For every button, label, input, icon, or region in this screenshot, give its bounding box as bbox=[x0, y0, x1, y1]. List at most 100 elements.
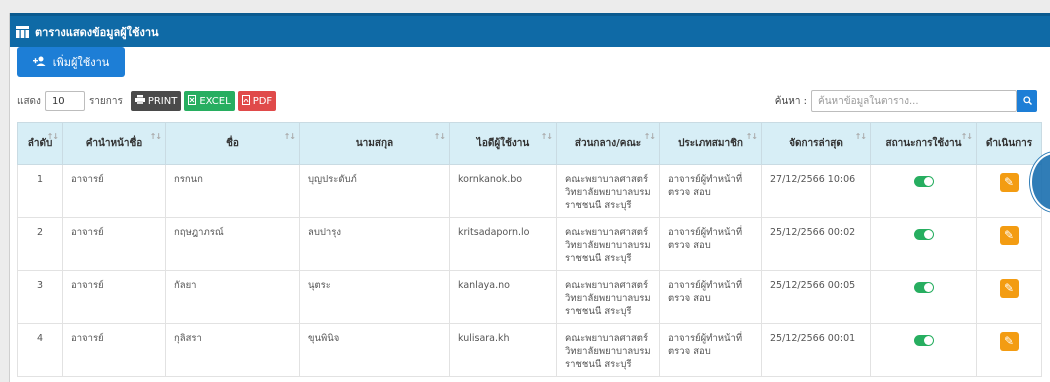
excel-label: EXCEL bbox=[199, 95, 231, 107]
header-faculty[interactable]: ส่วนกลาง/คณะ ↑↓ bbox=[556, 122, 660, 165]
header-status[interactable]: สถานะการใช้งาน ↑↓ bbox=[870, 122, 977, 165]
cell-status bbox=[870, 270, 977, 324]
cell-member-type: อาจารย์ผู้ทำหน้าที่ตรวจ สอบ bbox=[659, 270, 762, 324]
excel-file-icon bbox=[188, 94, 197, 108]
cell-first-name: กัลยา bbox=[165, 270, 300, 324]
excel-button[interactable]: EXCEL bbox=[184, 91, 235, 111]
table-row: 4 อาจารย์ กุลิสรา ขุนพินิจ kulisara.kh ค… bbox=[17, 323, 1042, 377]
cell-member-type: อาจารย์ผู้ทำหน้าที่ตรวจ สอบ bbox=[659, 164, 762, 218]
cell-last-action: 25/12/2566 00:01 bbox=[761, 323, 871, 377]
sort-icon: ↑↓ bbox=[433, 132, 446, 141]
sort-icon: ↑↓ bbox=[643, 132, 656, 141]
card-header: ตารางแสดงข้อมูลผู้ใช้งาน bbox=[10, 13, 1050, 47]
sort-icon: ↑↓ bbox=[960, 132, 973, 141]
table-header-row: ลำดับ ↑↓ คำนำหน้าชื่อ ↑↓ ชื่อ ↑↓ นามสกุล ↑↓ … bbox=[17, 122, 1042, 165]
edit-button[interactable]: ✎ bbox=[999, 173, 1019, 192]
cell-user-id: kornkanok.bo bbox=[449, 164, 557, 218]
cell-last-name: นุตระ bbox=[299, 270, 450, 324]
cell-last-name: ลบปารุง bbox=[299, 217, 450, 271]
cell-no: 4 bbox=[17, 323, 63, 377]
printer-icon bbox=[134, 95, 145, 107]
add-user-button[interactable]: เพิ่มผู้ใช้งาน bbox=[17, 47, 125, 77]
status-toggle[interactable] bbox=[913, 335, 934, 346]
entries-label: รายการ bbox=[88, 95, 123, 107]
add-user-icon bbox=[32, 55, 47, 69]
status-toggle[interactable] bbox=[913, 229, 934, 240]
cell-first-name: กรกนก bbox=[165, 164, 300, 218]
cell-last-action: 25/12/2566 00:05 bbox=[761, 270, 871, 324]
cell-last-action: 25/12/2566 00:02 bbox=[761, 217, 871, 271]
cell-first-name: กุลิสรา bbox=[165, 323, 300, 377]
edit-button[interactable]: ✎ bbox=[999, 279, 1019, 298]
cell-actions: ✎ bbox=[976, 323, 1042, 377]
print-label: PRINT bbox=[147, 95, 178, 107]
status-toggle[interactable] bbox=[913, 176, 934, 187]
header-user-id[interactable]: ไอดีผู้ใช้งาน ↑↓ bbox=[449, 122, 557, 165]
search-icon bbox=[1022, 95, 1032, 108]
search-area: ค้นหา : ค้นหาข้อมูลในตาราง... bbox=[775, 90, 1037, 112]
cell-prefix: อาจารย์ bbox=[62, 164, 166, 218]
cell-actions: ✎ bbox=[976, 270, 1042, 324]
sort-icon: ↑↓ bbox=[540, 132, 553, 141]
page-length-select[interactable]: 10 bbox=[44, 91, 85, 111]
pencil-icon: ✎ bbox=[1003, 175, 1015, 189]
header-prefix[interactable]: คำนำหน้าชื่อ ↑↓ bbox=[62, 122, 166, 165]
card-title: ตารางแสดงข้อมูลผู้ใช้งาน bbox=[35, 25, 159, 39]
cell-prefix: อาจารย์ bbox=[62, 270, 166, 324]
search-label: ค้นหา : bbox=[774, 95, 807, 107]
cell-last-name: บุญประดับภ์ bbox=[299, 164, 450, 218]
show-label: แสดง bbox=[17, 95, 41, 107]
cell-faculty: คณะพยาบาลศาสตร์ วิทยาลัยพยาบาลบรม ราชชนน… bbox=[556, 270, 660, 324]
cell-user-id: kulisara.kh bbox=[449, 323, 557, 377]
edit-button[interactable]: ✎ bbox=[999, 332, 1019, 351]
table-row: 3 อาจารย์ กัลยา นุตระ kanlaya.no คณะพยาบ… bbox=[17, 270, 1042, 324]
cell-no: 2 bbox=[17, 217, 63, 271]
cell-prefix: อาจารย์ bbox=[62, 217, 166, 271]
cell-faculty: คณะพยาบาลศาสตร์ วิทยาลัยพยาบาลบรม ราชชนน… bbox=[556, 164, 660, 218]
pencil-icon: ✎ bbox=[1003, 281, 1015, 295]
header-actions[interactable]: ดำเนินการ bbox=[976, 122, 1042, 165]
print-button[interactable]: PRINT bbox=[130, 91, 182, 111]
cell-status bbox=[870, 164, 977, 218]
cell-user-id: kritsadaporn.lo bbox=[449, 217, 557, 271]
pdf-label: PDF bbox=[252, 95, 273, 107]
sort-icon: ↑↓ bbox=[149, 132, 162, 141]
sort-icon: ↑↓ bbox=[283, 132, 296, 141]
pencil-icon: ✎ bbox=[1003, 228, 1015, 242]
pdf-file-icon bbox=[241, 94, 250, 108]
status-toggle[interactable] bbox=[913, 282, 934, 293]
cell-no: 3 bbox=[17, 270, 63, 324]
sort-icon: ↑↓ bbox=[46, 132, 59, 141]
cell-actions: ✎ bbox=[976, 217, 1042, 271]
header-last-action[interactable]: จัดการล่าสุด ↑↓ bbox=[761, 122, 871, 165]
pencil-icon: ✎ bbox=[1003, 334, 1015, 348]
cell-faculty: คณะพยาบาลศาสตร์ วิทยาลัยพยาบาลบรม ราชชนน… bbox=[556, 323, 660, 377]
table-row: 1 อาจารย์ กรกนก บุญประดับภ์ kornkanok.bo… bbox=[17, 164, 1042, 218]
edit-button[interactable]: ✎ bbox=[999, 226, 1019, 245]
header-no[interactable]: ลำดับ ↑↓ bbox=[17, 122, 63, 165]
search-button[interactable] bbox=[1017, 90, 1037, 112]
header-member-type[interactable]: ประเภทสมาชิก ↑↓ bbox=[659, 122, 762, 165]
cell-status bbox=[870, 323, 977, 377]
cell-no: 1 bbox=[17, 164, 63, 218]
cell-last-action: 27/12/2566 10:06 bbox=[761, 164, 871, 218]
search-input[interactable]: ค้นหาข้อมูลในตาราง... bbox=[811, 90, 1017, 112]
cell-last-name: ขุนพินิจ bbox=[299, 323, 450, 377]
table-toolbar: แสดง 10 รายการ PRINT EXCEL PDF ค้นหา : ค… bbox=[17, 90, 1037, 112]
header-first-name[interactable]: ชื่อ ↑↓ bbox=[165, 122, 300, 165]
sort-icon: ↑↓ bbox=[745, 132, 758, 141]
add-user-label: เพิ่มผู้ใช้งาน bbox=[52, 56, 110, 69]
cell-status bbox=[870, 217, 977, 271]
sort-icon: ↑↓ bbox=[854, 132, 867, 141]
table-row: 2 อาจารย์ กฤษฎาภรณ์ ลบปารุง kritsadaporn… bbox=[17, 217, 1042, 271]
cell-member-type: อาจารย์ผู้ทำหน้าที่ตรวจ สอบ bbox=[659, 217, 762, 271]
cell-prefix: อาจารย์ bbox=[62, 323, 166, 377]
cell-first-name: กฤษฎาภรณ์ bbox=[165, 217, 300, 271]
header-last-name[interactable]: นามสกุล ↑↓ bbox=[299, 122, 450, 165]
users-table: ลำดับ ↑↓ คำนำหน้าชื่อ ↑↓ ชื่อ ↑↓ นามสกุล ↑↓ … bbox=[17, 122, 1042, 377]
cell-member-type: อาจารย์ผู้ทำหน้าที่ตรวจ สอบ bbox=[659, 323, 762, 377]
cell-faculty: คณะพยาบาลศาสตร์ วิทยาลัยพยาบาลบรม ราชชนน… bbox=[556, 217, 660, 271]
cell-user-id: kanlaya.no bbox=[449, 270, 557, 324]
table-icon bbox=[16, 25, 29, 38]
pdf-button[interactable]: PDF bbox=[237, 91, 277, 111]
